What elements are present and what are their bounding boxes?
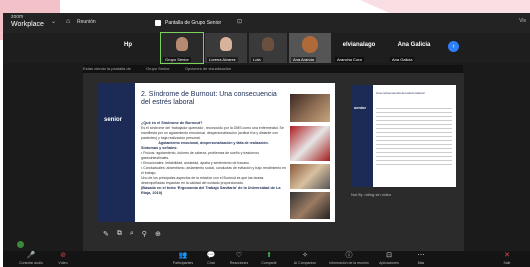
view-options-link[interactable]: Opciones de visualización: [185, 66, 231, 71]
avatar: [176, 37, 188, 51]
presentation-slide: senior 2. Síndrome de Burnout: Una conse…: [98, 83, 335, 222]
speaker-preview-slide: senior Una consecuencia del estrés labor…: [351, 85, 456, 187]
participant-tile[interactable]: elvianalago Arancha Cora: [333, 33, 385, 63]
participant-tile[interactable]: Lola: [249, 33, 287, 63]
more-icon: ⋯: [417, 252, 425, 259]
senior-logo: senior: [354, 105, 367, 110]
avatar: [220, 37, 232, 51]
slide-paragraph: Es el síndrome del ‘trabajador quemado’,…: [141, 126, 284, 140]
pin-icon[interactable]: ⚲: [142, 230, 147, 238]
senior-logo: senior: [104, 117, 123, 123]
more-button[interactable]: ⋯ Más: [401, 251, 441, 266]
participant-name: Grupo Senior: [163, 57, 191, 62]
slide-photo: [290, 94, 330, 122]
participant-label: Ana Galicia: [397, 42, 431, 48]
home-icon[interactable]: ⌂: [66, 18, 70, 25]
thumbnail-title: Una consecuencia del estrés laboral: [376, 91, 425, 95]
pen-icon[interactable]: ✎: [103, 230, 109, 238]
slide-photo: [290, 126, 330, 161]
video-off-icon: ⊘: [60, 252, 66, 259]
participant-tile[interactable]: Ana Aranda: [289, 33, 331, 63]
slide-photo: [290, 192, 330, 219]
share-button[interactable]: ⬆ Compartir: [249, 251, 289, 266]
info-icon: ⓘ: [345, 252, 353, 259]
shared-screen: senior 2. Síndrome de Burnout: Una conse…: [83, 73, 464, 251]
next-page-button[interactable]: ›: [448, 41, 459, 52]
participant-name: Lola: [251, 57, 263, 62]
toolbar-label: Compartir: [261, 261, 277, 265]
add-icon[interactable]: ⊕: [155, 230, 161, 238]
avatar: [302, 36, 318, 53]
screen-share-tab[interactable]: Pantalla de Grupo Senior: [155, 16, 233, 29]
view-button[interactable]: Vis: [519, 18, 526, 24]
avatar: [262, 37, 274, 51]
toolbar-label: Salir: [503, 261, 511, 265]
participant-strip: Hp Grupo Senior Lorena Alvarez Lola Ana …: [3, 32, 530, 64]
slide-photo: [290, 164, 330, 189]
participant-name: Lorena Alvarez: [207, 57, 238, 62]
participant-tile[interactable]: Lorena Alvarez: [205, 33, 247, 63]
app-brand: zoom Workplace: [11, 14, 44, 28]
share-info-bar: Estás viendo la pantalla de Grupo Senior…: [83, 65, 463, 73]
share-info-text: Estás viendo la pantalla de: [83, 66, 131, 71]
slide-bullet: • Conductuales: absentismo, aislamiento …: [141, 166, 287, 175]
copy-icon[interactable]: ⧉: [117, 230, 122, 238]
slide-reference: (Basado en el texto ‘Ergonomía del Traba…: [141, 186, 281, 195]
video-button[interactable]: ⊘ Vídeo: [43, 251, 83, 266]
slide-sidebar: senior: [351, 85, 373, 187]
close-icon: ✕: [504, 252, 510, 259]
slide-sidebar: senior: [98, 83, 135, 222]
thumbnail-text: [376, 105, 452, 165]
toolbar-label: AI Companion: [293, 261, 317, 265]
participant-name: Arancha Cora: [335, 57, 364, 62]
toolbar-label: Información de la reunión: [329, 261, 369, 265]
popout-icon[interactable]: ⊡: [237, 18, 242, 25]
slide-title: 2. Síndrome de Burnout: Una consecuencia…: [141, 91, 277, 106]
participant-tile[interactable]: Grupo Senior: [160, 32, 204, 64]
toolbar-label: Más: [417, 261, 425, 265]
toolbar-label: Vídeo: [58, 261, 68, 265]
ai-companion-button[interactable]: ✧ AI Companion: [285, 251, 325, 266]
slide-paragraph: Uno de los principales aspectos de la re…: [141, 176, 264, 185]
meeting-toolbar: 🎤 Conectar audio ⊘ Vídeo 👥 Participantes…: [3, 251, 530, 267]
leave-button[interactable]: ✕ Salir: [487, 251, 527, 266]
brand-large: Workplace: [11, 21, 44, 28]
chevron-down-icon[interactable]: ⌄: [51, 18, 56, 25]
participant-tile[interactable]: Ana Galicia Ana Galicia: [388, 33, 440, 63]
preview-caption: Not fly: riding sin video: [351, 192, 392, 197]
annotation-toolbar: ✎ ⧉ ⌕ ⚲ ⊕: [103, 230, 161, 238]
slide-bullet: • Físicos: agotamiento, dolores de cabez…: [141, 151, 259, 160]
share-screen-icon: ⬆: [266, 252, 272, 259]
participant-label: elvianalago: [342, 42, 376, 48]
share-info-presenter: Grupo Senior: [145, 66, 170, 71]
screen-share-icon: [155, 19, 161, 26]
brand-small: zoom: [11, 14, 24, 20]
status-indicator: [17, 241, 24, 248]
zoom-icon[interactable]: ⌕: [130, 230, 134, 238]
screen-share-tab-label: Pantalla de Grupo Senior: [165, 19, 222, 26]
participant-name: Ana Aranda: [291, 57, 316, 62]
participant-name: Ana Galicia: [390, 57, 415, 62]
meeting-info-button[interactable]: ⓘ Información de la reunión: [329, 251, 369, 266]
top-bar: zoom Workplace ⌄ ⌂ Reunión Pantalla de G…: [3, 13, 530, 33]
sparkle-icon: ✧: [302, 252, 308, 259]
zoom-window: zoom Workplace ⌄ ⌂ Reunión Pantalla de G…: [3, 13, 530, 267]
slide-body: ¿Qué es el Síndrome de Burnout? Es el sí…: [141, 121, 286, 196]
meeting-tab-label[interactable]: Reunión: [77, 19, 96, 25]
participant-label: Hp: [124, 42, 132, 48]
participant-tile[interactable]: Hp: [98, 33, 158, 63]
